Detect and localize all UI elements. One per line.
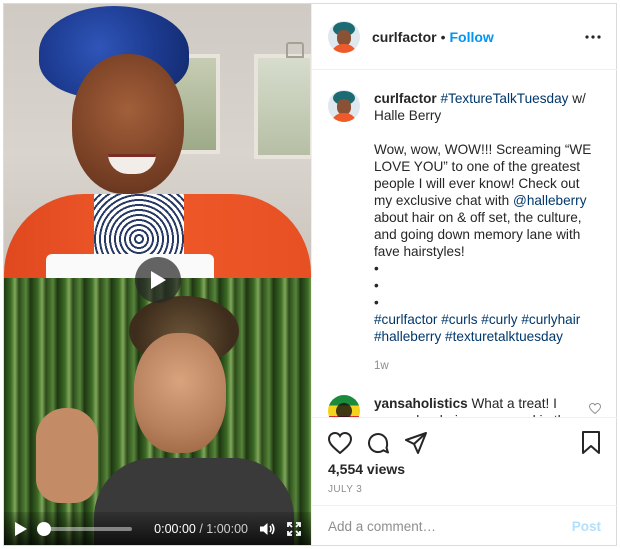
video-player[interactable]: 0:00:00 / 1:00:00 <box>4 4 311 545</box>
caption-timestamp[interactable]: 1w <box>374 358 601 375</box>
duration: / 1:00:00 <box>195 521 248 536</box>
avatar[interactable] <box>328 20 360 53</box>
video-frame-bottom <box>4 278 311 545</box>
hashtag-link[interactable]: #curlfactor <box>374 312 437 327</box>
hashtag-link[interactable]: #curls <box>441 312 477 327</box>
caption-title: curlfactor #TextureTalkTuesday w/ Halle … <box>374 90 601 124</box>
separator-dot: • <box>440 28 446 45</box>
comment-like-button[interactable] <box>588 401 602 417</box>
scrubber-handle[interactable] <box>37 521 51 536</box>
hashtag-link[interactable]: #halleberry <box>374 329 441 344</box>
view-count[interactable]: 4,554 views <box>328 461 405 477</box>
comment-username[interactable]: yansaholistics <box>374 396 468 411</box>
fullscreen-icon <box>287 521 301 536</box>
post-actions: 4,554 views JULY 3 Post <box>312 417 617 545</box>
comments-section[interactable]: curlfactor #TextureTalkTuesday w/ Halle … <box>312 70 617 417</box>
heart-icon <box>588 402 602 415</box>
save-button[interactable] <box>581 431 601 455</box>
caption-body: curlfactor #TextureTalkTuesday w/ Halle … <box>374 90 601 375</box>
time-display: 0:00:00 / 1:00:00 <box>154 522 248 536</box>
hashtag-link[interactable]: #curlyhair <box>521 312 580 327</box>
avatar[interactable] <box>328 395 360 417</box>
hashtag-link[interactable]: #curly <box>481 312 517 327</box>
follow-button[interactable]: Follow <box>449 29 493 45</box>
post-button[interactable]: Post <box>572 519 601 534</box>
video-controls: 0:00:00 / 1:00:00 <box>4 512 311 545</box>
comment-icon <box>368 433 389 454</box>
comment-body: yansaholistics What a treat! I remember … <box>374 395 589 417</box>
post-date: JULY 3 <box>328 484 363 495</box>
hashtag-link[interactable]: #texturetalktuesday <box>445 329 563 344</box>
share-button[interactable] <box>404 432 428 454</box>
caption-bullet: • <box>374 295 379 310</box>
post-details: curlfactor • Follow curlfactor #TextureT… <box>311 4 617 545</box>
play-icon <box>15 521 27 536</box>
comment-input[interactable] <box>328 518 572 534</box>
caption-hashtags: #curlfactor #curls #curly #curlyhair #ha… <box>374 311 601 345</box>
play-button-center[interactable] <box>135 257 181 303</box>
add-comment-bar: Post <box>312 505 617 546</box>
caption-bullet: • <box>374 261 379 276</box>
volume-icon <box>260 522 275 535</box>
current-time: 0:00:00 <box>154 521 196 536</box>
header-username[interactable]: curlfactor <box>372 29 437 45</box>
more-options-button[interactable] <box>585 34 601 39</box>
caption-username[interactable]: curlfactor <box>374 91 437 106</box>
caption: curlfactor #TextureTalkTuesday w/ Halle … <box>328 90 601 375</box>
more-icon <box>585 34 601 39</box>
comment-button[interactable] <box>366 431 390 455</box>
bookmark-icon <box>582 431 600 454</box>
avatar[interactable] <box>328 90 360 122</box>
play-icon <box>151 271 166 289</box>
heart-icon <box>328 432 352 454</box>
progress-scrubber[interactable] <box>37 521 133 536</box>
fullscreen-button[interactable] <box>287 521 301 536</box>
share-icon <box>405 432 427 454</box>
instagram-post: 0:00:00 / 1:00:00 curlfactor • Follow cu… <box>3 3 617 546</box>
play-button[interactable] <box>14 521 28 537</box>
video-frame-top <box>4 4 311 278</box>
caption-bullet: • <box>374 278 379 293</box>
like-button[interactable] <box>328 432 352 454</box>
post-header: curlfactor • Follow <box>312 4 617 70</box>
action-icons <box>328 430 601 456</box>
volume-button[interactable] <box>259 522 275 536</box>
mention-link[interactable]: @halleberry <box>513 193 587 208</box>
comment-item: yansaholistics What a treat! I remember … <box>328 395 602 417</box>
hashtag-link[interactable]: #TextureTalkTuesday <box>440 91 568 106</box>
caption-text: Wow, wow, WOW!!! Screaming “WE LOVE YOU”… <box>374 142 592 259</box>
